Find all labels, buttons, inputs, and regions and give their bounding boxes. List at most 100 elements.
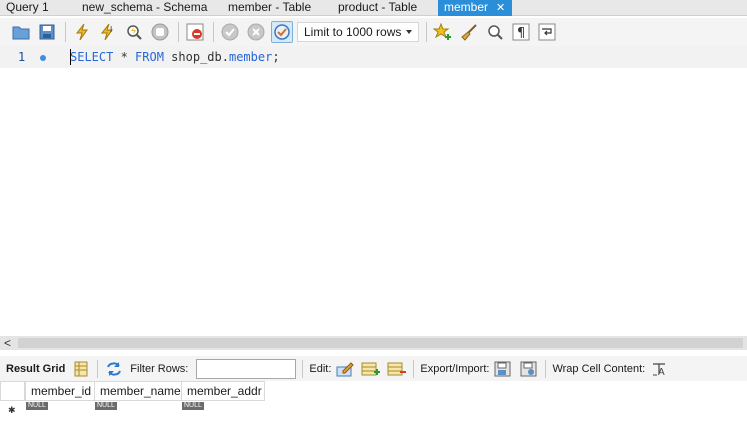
star-token: * (113, 50, 136, 64)
rollback-button[interactable] (245, 21, 267, 43)
svg-text:A: A (658, 367, 665, 376)
lightning-icon (75, 23, 88, 41)
delete-row-button[interactable] (387, 359, 407, 379)
toolbar-separator (65, 22, 66, 42)
import-button[interactable] (519, 359, 539, 379)
tab-label: new_schema - Schema (82, 0, 208, 14)
refresh-button[interactable] (104, 359, 124, 379)
add-row-button[interactable] (361, 359, 381, 379)
column-header-member-name[interactable]: member_name (94, 381, 182, 401)
beautify-button[interactable] (458, 21, 480, 43)
limit-rows-select[interactable]: Limit to 1000 rows (297, 22, 419, 42)
tab-member[interactable]: member ✕ (438, 0, 512, 16)
schema-token: shop_db. (163, 50, 229, 64)
wrap-cell-label: Wrap Cell Content: (552, 363, 646, 375)
toolbar-separator (426, 22, 427, 42)
save-button[interactable] (36, 21, 58, 43)
toolbar-separator (178, 22, 179, 42)
save-icon (39, 24, 55, 40)
commit-button[interactable] (219, 21, 241, 43)
add-snippet-button[interactable] (432, 21, 454, 43)
export-icon (494, 361, 511, 377)
grid-view-button[interactable] (71, 359, 91, 379)
execute-button[interactable] (71, 21, 93, 43)
wrap-lines-button[interactable] (536, 21, 558, 43)
tab-bar: Query 1 new_schema - Schema member - Tab… (0, 0, 747, 16)
import-icon (520, 361, 537, 377)
statement-marker-icon (40, 55, 46, 61)
null-cell-member-addr[interactable]: NULL (182, 402, 204, 410)
invisible-chars-button[interactable]: ¶ (510, 21, 532, 43)
filter-rows-input[interactable] (196, 359, 297, 379)
toolbar-separator (302, 360, 304, 378)
error-stop-icon (186, 23, 204, 41)
x-circle-icon (247, 23, 265, 41)
execute-current-button[interactable]: I (97, 21, 119, 43)
star-plus-icon (433, 23, 451, 40)
magnifier-lightning-icon (127, 25, 142, 40)
close-icon[interactable]: ✕ (496, 1, 505, 16)
lightning-cursor-icon: I (100, 23, 113, 41)
sql-code-line[interactable]: SELECT * FROM shop_db.member; (70, 50, 280, 64)
keyword-select: SELECT (70, 50, 114, 64)
tab-product-table[interactable]: product - Table (332, 0, 438, 16)
chevron-down-icon (406, 30, 412, 34)
wrap-text-icon: A (653, 363, 666, 376)
tab-label: product - Table (338, 0, 418, 14)
tab-member-table[interactable]: member - Table (222, 0, 332, 16)
tab-label: member - Table (228, 0, 312, 14)
find-button[interactable] (484, 21, 506, 43)
export-import-label: Export/Import: (420, 363, 490, 375)
wrap-cell-button[interactable]: A (649, 359, 669, 379)
sql-editor[interactable]: 1 SELECT * FROM shop_db.member; (0, 46, 747, 336)
refresh-icon (107, 362, 122, 376)
result-toolbar: Result Grid Filter Rows: Edit: Export/Im… (0, 356, 747, 382)
result-grid-label[interactable]: Result Grid (6, 363, 65, 375)
sql-toolbar: I Limit to 1000 rows ¶ (0, 18, 747, 46)
keyword-from: FROM (135, 50, 164, 64)
hand-stop-icon (151, 23, 169, 41)
editor-horizontal-scrollbar[interactable]: < (0, 336, 747, 350)
pilcrow-icon: ¶ (512, 23, 530, 41)
table-token: member (228, 50, 273, 64)
column-header-member-addr[interactable]: member_addr (181, 381, 265, 401)
row-header-corner (0, 381, 25, 401)
open-folder-button[interactable] (10, 21, 32, 43)
delete-row-icon (387, 362, 407, 376)
wrap-lines-icon (538, 23, 556, 41)
autocommit-toggle[interactable] (271, 21, 293, 43)
new-row-marker-icon: ✱ (8, 405, 16, 415)
null-cell-member-name[interactable]: NULL (95, 402, 117, 410)
result-grid[interactable]: member_id member_name member_addr ✱ NULL… (0, 381, 747, 439)
text-caret (70, 49, 71, 65)
toggle-error-button[interactable] (184, 21, 206, 43)
explain-button[interactable] (123, 21, 145, 43)
svg-text:I: I (110, 25, 112, 34)
toolbar-separator (545, 360, 547, 378)
toolbar-separator (97, 360, 99, 378)
check-circle-icon (221, 23, 239, 41)
grid-icon (74, 361, 88, 377)
toolbar-separator (213, 22, 214, 42)
scroll-left-icon[interactable]: < (4, 336, 11, 350)
export-button[interactable] (493, 359, 513, 379)
tab-label: member (444, 0, 489, 14)
limit-rows-label: Limit to 1000 rows (304, 25, 402, 39)
tab-query-1[interactable]: Query 1 (0, 0, 76, 16)
autocommit-icon (274, 24, 290, 40)
tab-new-schema[interactable]: new_schema - Schema (76, 0, 222, 16)
line-number: 1 (18, 50, 26, 64)
toolbar-separator (413, 360, 415, 378)
tab-label: Query 1 (6, 0, 49, 14)
semicolon-token: ; (272, 50, 280, 64)
edit-label: Edit: (309, 363, 332, 375)
svg-text:¶: ¶ (517, 26, 525, 41)
scroll-track[interactable] (18, 338, 743, 348)
folder-icon (12, 26, 30, 40)
broom-icon (461, 24, 477, 41)
edit-row-button[interactable] (335, 359, 355, 379)
null-cell-member-id[interactable]: NULL (26, 402, 48, 410)
column-header-member-id[interactable]: member_id (25, 381, 95, 401)
filter-rows-label: Filter Rows: (130, 363, 189, 375)
stop-button[interactable] (149, 21, 171, 43)
